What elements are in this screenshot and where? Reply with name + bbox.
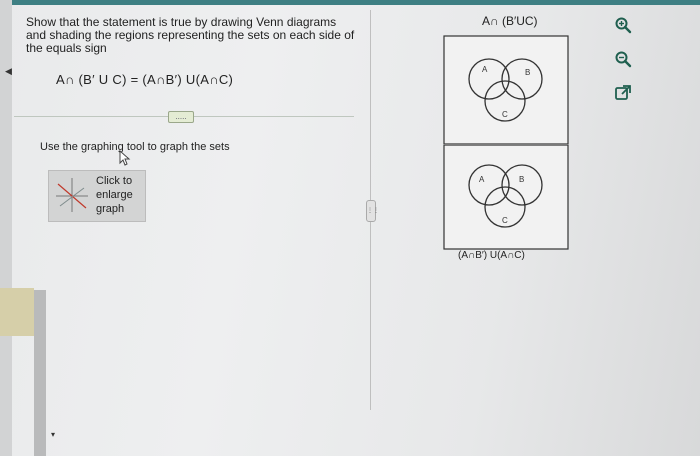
venn-bottom-label-a: A (479, 175, 485, 184)
left-scrollbar[interactable] (34, 290, 46, 456)
venn-diagram-left-side[interactable]: A B C (443, 35, 569, 145)
left-arrow-icon[interactable]: ◀ (5, 66, 12, 77)
venn-bottom-label-c: C (502, 216, 508, 225)
mouse-cursor-icon (119, 150, 131, 166)
set-equation: A∩ (B′ U C) = (A∩B′) U(A∩C) (56, 72, 234, 87)
venn-diagram-right-side[interactable]: A B C (443, 145, 569, 250)
zoom-in-icon[interactable] (614, 16, 632, 34)
more-button[interactable]: ..... (168, 111, 194, 123)
venn-top-label-a: A (482, 65, 488, 74)
page-background (0, 0, 700, 456)
venn-top-label-c: C (502, 110, 508, 119)
popout-icon[interactable] (614, 84, 632, 102)
venn-bottom-title: (A∩B′) U(A∩C) (458, 250, 525, 261)
panel-resize-handle[interactable]: ⋮⋮ (366, 200, 379, 222)
down-arrow-icon[interactable]: ▾ (51, 430, 55, 439)
graph-thumbnail-icon (56, 178, 88, 212)
venn-top-label-b: B (525, 68, 530, 77)
left-panel-tab[interactable] (0, 288, 34, 336)
enlarge-graph-label: Click to enlarge graph (96, 175, 133, 215)
top-accent-bar (0, 0, 700, 5)
zoom-out-icon[interactable] (614, 50, 632, 68)
venn-bottom-label-b: B (519, 175, 524, 184)
instruction-text: Use the graphing tool to graph the sets (40, 141, 230, 153)
venn-top-title: A∩ (B′UC) (482, 14, 538, 28)
question-text: Show that the statement is true by drawi… (26, 15, 355, 55)
